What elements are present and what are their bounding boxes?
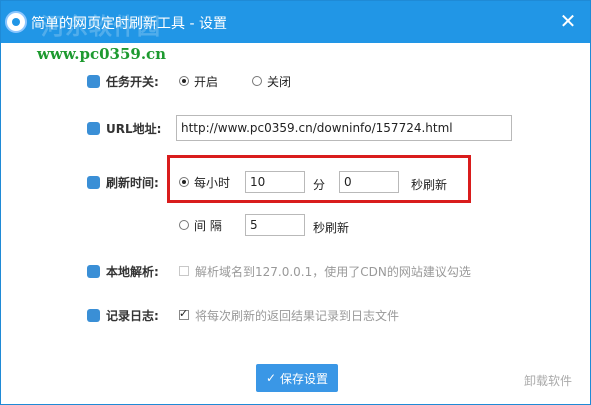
task-switch-row: 任务开关: [87, 70, 159, 92]
task-switch-on-option[interactable]: 开启 [179, 70, 218, 92]
local-resolve-option[interactable]: 解析域名到127.0.0.1，使用了CDN的网站建议勾选 [179, 260, 471, 282]
interval-option[interactable]: 间 隔 [179, 214, 222, 236]
interval-input[interactable]: 5 [245, 214, 305, 236]
refresh-icon [87, 175, 100, 189]
task-switch-off-option[interactable]: 关闭 [252, 70, 291, 92]
log-option[interactable]: 将每次刷新的返回结果记录到日志文件 [179, 304, 399, 326]
monitor-icon [87, 74, 100, 88]
interval-suffix: 秒刷新 [313, 221, 350, 235]
refresh-row: 刷新时间: [87, 171, 159, 193]
minutes-unit: 分 [313, 178, 326, 192]
watermark-logo-icon [5, 11, 27, 33]
seconds-input[interactable]: 0 [339, 171, 399, 193]
seconds-suffix: 秒刷新 [411, 178, 448, 192]
local-resolve-row: 本地解析: [87, 260, 159, 282]
close-icon[interactable]: ✕ [558, 11, 578, 31]
task-switch-off-label: 关闭 [267, 74, 292, 89]
local-resolve-text: 解析域名到127.0.0.1，使用了CDN的网站建议勾选 [195, 264, 471, 279]
task-switch-on-label: 开启 [194, 74, 219, 89]
watermark-url: www.pc0359.cn [37, 45, 167, 63]
settings-window: 河东软件园 简单的网页定时刷新工具 - 设置 ✕ www.pc0359.cn 任… [0, 0, 591, 405]
save-button[interactable]: ✓ 保存设置 [256, 364, 338, 392]
hourly-option[interactable]: 每小时 [179, 171, 230, 193]
log-label: 记录日志: [106, 308, 159, 323]
local-resolve-checkbox[interactable] [179, 266, 189, 276]
log-text: 将每次刷新的返回结果记录到日志文件 [195, 308, 400, 323]
radio-interval[interactable] [179, 220, 189, 230]
window-title: 简单的网页定时刷新工具 - 设置 [31, 16, 227, 32]
url-row: URL地址: [87, 117, 161, 139]
url-label: URL地址: [106, 121, 162, 136]
radio-off[interactable] [252, 76, 262, 86]
save-button-label: 保存设置 [280, 371, 329, 386]
log-row: 记录日志: [87, 304, 159, 326]
interval-label: 间 隔 [194, 218, 222, 233]
uninstall-link[interactable]: 卸载软件 [524, 372, 572, 389]
minutes-input[interactable]: 10 [245, 171, 305, 193]
radio-hourly[interactable] [179, 177, 189, 187]
url-input[interactable]: http://www.pc0359.cn/downinfo/157724.htm… [176, 115, 512, 141]
hourly-label: 每小时 [194, 175, 231, 190]
log-icon [87, 308, 100, 322]
radio-on[interactable] [179, 76, 189, 86]
title-bar: 河东软件园 简单的网页定时刷新工具 - 设置 ✕ [1, 1, 590, 43]
task-switch-label: 任务开关: [106, 74, 159, 89]
refresh-label: 刷新时间: [106, 175, 159, 190]
check-circle-icon: ✓ [265, 371, 277, 385]
link-icon [87, 121, 100, 135]
local-resolve-label: 本地解析: [106, 264, 159, 279]
gear-icon [87, 264, 100, 278]
log-checkbox[interactable] [179, 307, 189, 320]
